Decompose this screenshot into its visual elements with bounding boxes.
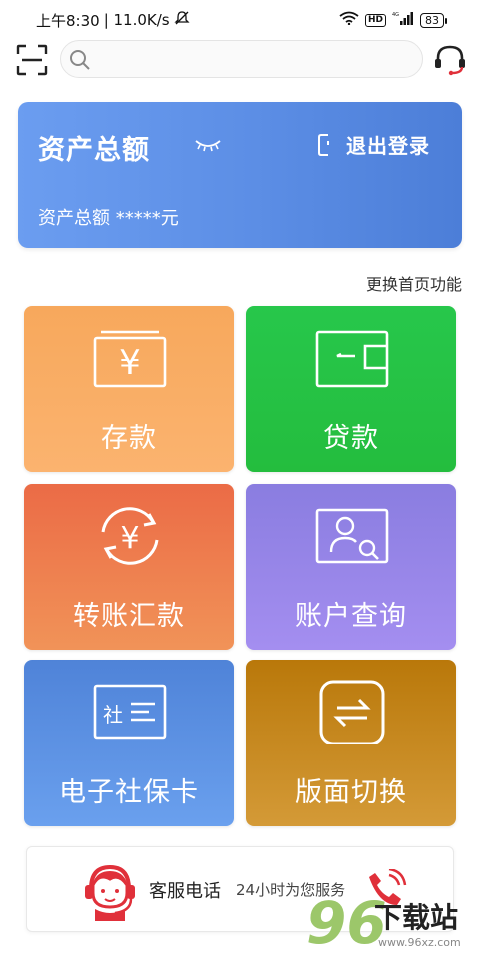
search-input[interactable] [97, 47, 417, 73]
hotline-title: 客服电话 [149, 881, 221, 902]
tile-layout-switch[interactable]: 版面切换 [246, 660, 456, 826]
watermark-text: 下载站 [374, 901, 459, 934]
tile-deposit[interactable]: ¥ 存款 [24, 306, 234, 472]
watermark-logo: 96 下载站 www.96xz.com [306, 890, 476, 956]
svg-text:¥: ¥ [119, 343, 141, 383]
search-box[interactable] [60, 40, 423, 78]
tile-label: 电子社保卡 [59, 777, 199, 808]
social-card-icon: 社 [93, 684, 167, 740]
tile-label: 版面切换 [295, 777, 407, 808]
svg-text:社: 社 [103, 703, 123, 727]
status-right: HD 4G 83 [339, 11, 447, 29]
status-speed: | 11.0K/s [103, 11, 170, 29]
logout-label: 退出登录 [346, 134, 430, 158]
swap-icon [319, 680, 385, 744]
asset-amount: 资产总额 *****元 [38, 208, 179, 229]
scan-icon[interactable] [16, 44, 48, 76]
agent-icon [85, 864, 135, 921]
asset-title: 资产总额 [38, 135, 150, 166]
signal-icon: 4G [392, 11, 414, 29]
hide-eye-icon[interactable] [194, 138, 222, 154]
logout-button[interactable]: 退出登录 [316, 130, 430, 159]
tile-social-card[interactable]: 社 电子社保卡 [24, 660, 234, 826]
yuan-cycle-icon: ¥ [101, 507, 159, 565]
search-icon [70, 50, 90, 70]
wallet-icon [315, 330, 389, 388]
asset-card: 资产总额 退出登录 资产总额 *****元 [18, 102, 462, 248]
watermark-url: www.96xz.com [378, 936, 461, 949]
logout-icon [318, 133, 329, 156]
tile-label: 存款 [101, 423, 157, 454]
hd-badge: HD [364, 13, 386, 27]
tile-label: 转账汇款 [73, 601, 185, 632]
signal-label: 4G [392, 12, 399, 18]
user-search-icon [315, 508, 389, 564]
wifi-icon [339, 11, 359, 29]
battery-indicator: 83 [420, 12, 447, 28]
status-bar: 上午8:30 | 11.0K/s HD 4G 83 [0, 0, 480, 40]
tile-label: 贷款 [323, 423, 379, 454]
tile-account[interactable]: 账户查询 [246, 484, 456, 650]
yuan-card-icon: ¥ [93, 330, 167, 388]
tile-label: 账户查询 [295, 601, 407, 632]
top-bar [0, 40, 480, 80]
status-left: 上午8:30 | 11.0K/s [36, 10, 190, 31]
customer-service-icon[interactable] [432, 42, 468, 78]
status-time: 上午8:30 [36, 11, 100, 30]
mute-icon [174, 10, 190, 30]
tile-transfer[interactable]: ¥ 转账汇款 [24, 484, 234, 650]
change-home-link[interactable]: 更换首页功能 [366, 271, 462, 295]
tile-loan[interactable]: 贷款 [246, 306, 456, 472]
svg-text:¥: ¥ [120, 521, 139, 556]
